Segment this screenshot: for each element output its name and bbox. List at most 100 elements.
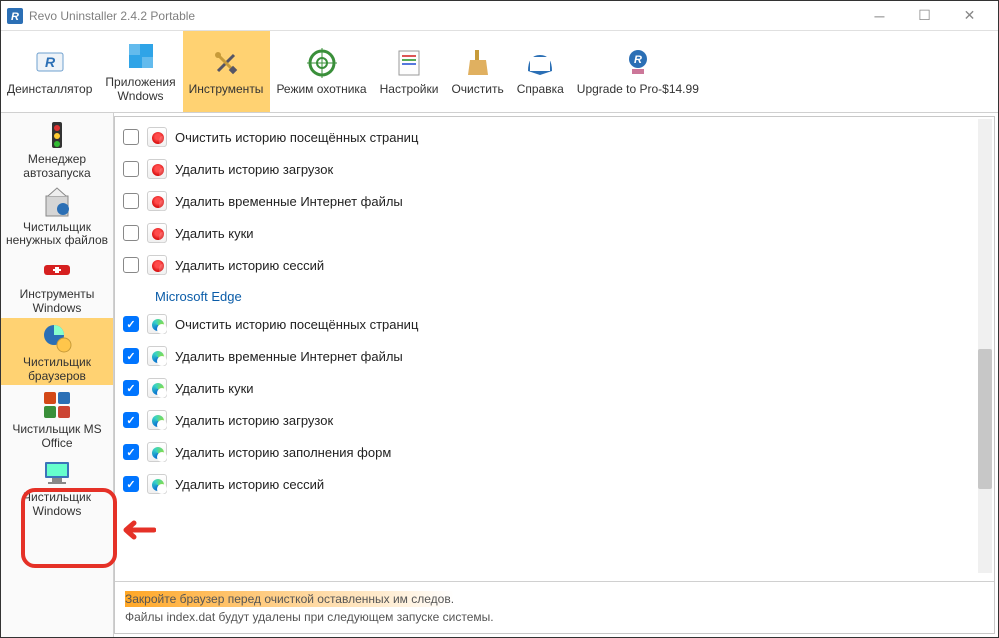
junk-icon xyxy=(40,186,74,220)
footer-line1: Закройте браузер перед очисткой оставлен… xyxy=(125,591,454,607)
checkbox[interactable] xyxy=(123,193,139,209)
section-header-edge: Microsoft Edge xyxy=(123,281,986,308)
item-label: Очистить историю посещённых страниц xyxy=(175,130,418,145)
ribbon-tools[interactable]: Инструменты xyxy=(183,31,271,112)
scrollbar-track[interactable] xyxy=(978,119,992,573)
item-label: Удалить куки xyxy=(175,226,254,241)
office-icon xyxy=(40,388,74,422)
checkbox[interactable] xyxy=(123,257,139,273)
upgrade-icon: R xyxy=(622,47,654,79)
edge-icon xyxy=(147,410,167,430)
win-apps-icon xyxy=(125,40,157,72)
list-item[interactable]: Удалить куки xyxy=(123,217,986,249)
svg-text:R: R xyxy=(11,11,19,23)
ribbon-uninstaller[interactable]: R Деинсталлятор xyxy=(1,31,99,112)
help-icon xyxy=(524,47,556,79)
opera-icon xyxy=(147,223,167,243)
tools-icon xyxy=(210,47,242,79)
item-label: Удалить временные Интернет файлы xyxy=(175,194,403,209)
edge-icon xyxy=(147,378,167,398)
list-item[interactable]: Удалить временные Интернет файлы xyxy=(123,340,986,372)
ribbon-label: Инструменты xyxy=(189,83,264,97)
ribbon-clean[interactable]: Очистить xyxy=(445,31,510,112)
ribbon-label: Деинсталлятор xyxy=(7,83,92,97)
sidebar-office[interactable]: Чистильщик MS Office xyxy=(1,385,113,453)
scrollbar-thumb[interactable] xyxy=(978,349,992,489)
ribbon-win-apps[interactable]: Приложения Wndows xyxy=(99,31,182,112)
opera-icon xyxy=(147,159,167,179)
list-item[interactable]: Удалить историю сессий xyxy=(123,249,986,281)
svg-text:R: R xyxy=(634,54,642,66)
ribbon-label: Приложения Wndows xyxy=(105,76,175,104)
item-label: Удалить куки xyxy=(175,381,254,396)
checkbox[interactable] xyxy=(123,444,139,460)
opera-icon xyxy=(147,191,167,211)
ribbon-label: Справка xyxy=(517,83,564,97)
checkbox[interactable] xyxy=(123,348,139,364)
sidebar-browsers[interactable]: Чистильщик браузеров xyxy=(1,318,113,386)
ribbon-label: Режим охотника xyxy=(276,83,366,97)
sidebar-autorun[interactable]: Менеджер автозапуска xyxy=(1,115,113,183)
checkbox[interactable] xyxy=(123,161,139,177)
list-item[interactable]: Очистить историю посещённых страниц xyxy=(123,308,986,340)
checkbox[interactable] xyxy=(123,412,139,428)
hunter-icon xyxy=(306,47,338,79)
maximize-button[interactable]: ☐ xyxy=(902,2,947,30)
ribbon-toolbar: R Деинсталлятор Приложения Wndows Инстру… xyxy=(1,31,998,113)
item-label: Удалить историю загрузок xyxy=(175,162,333,177)
sidebar-junk[interactable]: Чистильщик ненужных файлов xyxy=(1,183,113,251)
ribbon-label: Настройки xyxy=(380,83,439,97)
edge-icon xyxy=(147,474,167,494)
opera-icon xyxy=(147,255,167,275)
sidebar-item-label: Инструменты Windows xyxy=(3,288,111,316)
item-label: Удалить историю сессий xyxy=(175,477,324,492)
sidebar-item-label: Чистильщик Windows xyxy=(3,491,111,519)
body-area: Менеджер автозапуска Чистильщик ненужных… xyxy=(1,113,998,637)
minimize-button[interactable]: ─ xyxy=(857,2,902,30)
sidebar-item-label: Менеджер автозапуска xyxy=(3,153,111,181)
item-label: Удалить историю загрузок xyxy=(175,413,333,428)
item-label: Удалить историю заполнения форм xyxy=(175,445,391,460)
edge-icon xyxy=(147,314,167,334)
main-panel: Очистить историю посещённых страниц Удали… xyxy=(114,116,995,634)
ribbon-label: Очистить xyxy=(451,83,503,97)
swiss-icon xyxy=(40,253,74,287)
ribbon-settings[interactable]: Настройки xyxy=(374,31,446,112)
svg-text:R: R xyxy=(45,54,56,70)
checkbox[interactable] xyxy=(123,476,139,492)
list-item[interactable]: Удалить куки xyxy=(123,372,986,404)
app-icon: R xyxy=(7,8,23,24)
item-label: Очистить историю посещённых страниц xyxy=(175,317,418,332)
browsers-icon xyxy=(40,321,74,355)
wincleaner-icon xyxy=(40,456,74,490)
list-item[interactable]: Удалить историю загрузок xyxy=(123,404,986,436)
item-label: Удалить историю сессий xyxy=(175,258,324,273)
ribbon-help[interactable]: Справка xyxy=(511,31,571,112)
edge-icon xyxy=(147,442,167,462)
footer-hints: Закройте браузер перед очисткой оставлен… xyxy=(115,581,994,633)
checkbox[interactable] xyxy=(123,225,139,241)
window-title: Revo Uninstaller 2.4.2 Portable xyxy=(29,9,857,23)
cleaner-item-list: Очистить историю посещённых страниц Удали… xyxy=(115,117,994,581)
close-button[interactable]: ✕ xyxy=(947,2,992,30)
checkbox[interactable] xyxy=(123,129,139,145)
ribbon-label: Upgrade to Pro-$14.99 xyxy=(577,83,699,97)
list-item[interactable]: Удалить историю сессий xyxy=(123,468,986,500)
list-item[interactable]: Удалить историю заполнения форм xyxy=(123,436,986,468)
list-item[interactable]: Очистить историю посещённых страниц xyxy=(123,121,986,153)
list-item[interactable]: Удалить историю загрузок xyxy=(123,153,986,185)
ribbon-upgrade[interactable]: R Upgrade to Pro-$14.99 xyxy=(571,31,706,112)
sidebar-win-cleaner[interactable]: Чистильщик Windows xyxy=(1,453,113,521)
checkbox[interactable] xyxy=(123,380,139,396)
tools-sidebar: Менеджер автозапуска Чистильщик ненужных… xyxy=(1,113,114,637)
footer-line2: Файлы index.dat будут удалены при следую… xyxy=(125,610,984,624)
item-label: Удалить временные Интернет файлы xyxy=(175,349,403,364)
list-item[interactable]: Удалить временные Интернет файлы xyxy=(123,185,986,217)
titlebar: R Revo Uninstaller 2.4.2 Portable ─ ☐ ✕ xyxy=(1,1,998,31)
ribbon-hunter[interactable]: Режим охотника xyxy=(270,31,373,112)
checkbox[interactable] xyxy=(123,316,139,332)
sidebar-item-label: Чистильщик браузеров xyxy=(3,356,111,384)
settings-icon xyxy=(393,47,425,79)
sidebar-win-tools[interactable]: Инструменты Windows xyxy=(1,250,113,318)
sidebar-item-label: Чистильщик ненужных файлов xyxy=(3,221,111,249)
